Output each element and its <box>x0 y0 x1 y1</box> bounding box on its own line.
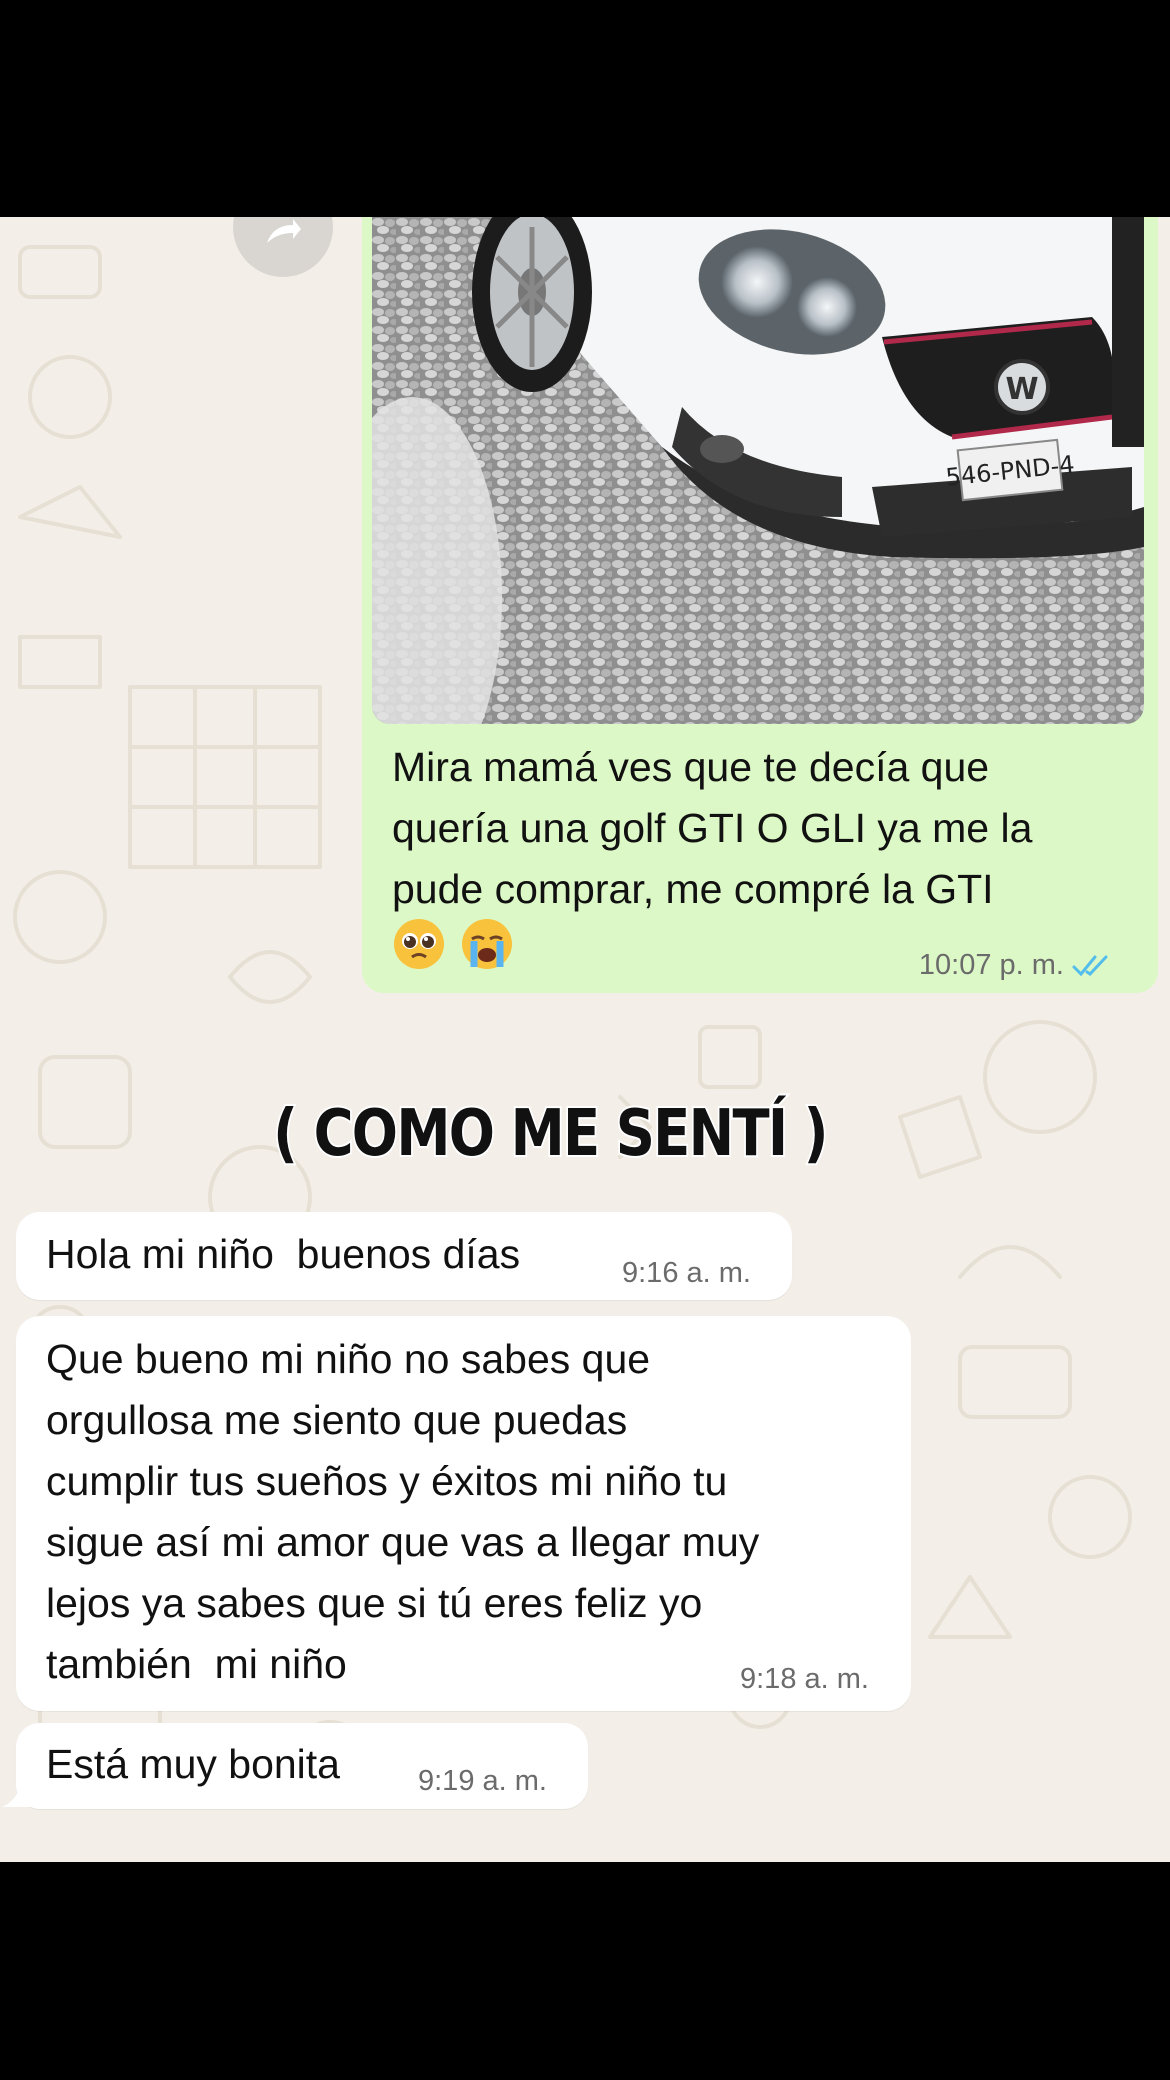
outgoing-message-time: 10:07 p. m. <box>918 949 1064 981</box>
pleading-face-emoji-icon <box>394 919 444 969</box>
incoming-message-text: Hola mi niño buenos días <box>46 1231 521 1277</box>
crying-face-emoji-icon <box>462 919 512 969</box>
bubble-tail <box>2 1777 30 1807</box>
outgoing-message-text: Mira mamá ves que te decía que quería un… <box>392 744 1033 912</box>
outgoing-emojis <box>392 917 514 971</box>
caption-overlay: ( COMO ME SENTÍ ) <box>271 1095 830 1173</box>
car-photo[interactable]: W 546-PND-4 <box>372 217 1144 724</box>
outgoing-message-meta: 10:07 p. m. <box>919 949 1112 982</box>
forward-arrow-icon <box>267 219 301 243</box>
car-image: W 546-PND-4 <box>372 217 1144 724</box>
double-check-icon <box>1072 955 1108 976</box>
bottom-black-bar <box>0 1862 1170 2080</box>
incoming-message-text: Está muy bonita <box>46 1741 340 1787</box>
incoming-message-time: 9:16 a. m. <box>622 1257 751 1289</box>
screen: W 546-PND-4 Mira mamá ves que te decía q… <box>0 0 1170 2080</box>
svg-text:W: W <box>1005 372 1038 407</box>
incoming-message-text: Que bueno mi niño no sabes que orgullosa… <box>46 1336 760 1687</box>
top-black-bar <box>0 0 1170 217</box>
incoming-message-time: 9:18 a. m. <box>740 1663 869 1695</box>
chat-area[interactable]: W 546-PND-4 Mira mamá ves que te decía q… <box>0 217 1170 1862</box>
incoming-message-time: 9:19 a. m. <box>418 1765 547 1797</box>
